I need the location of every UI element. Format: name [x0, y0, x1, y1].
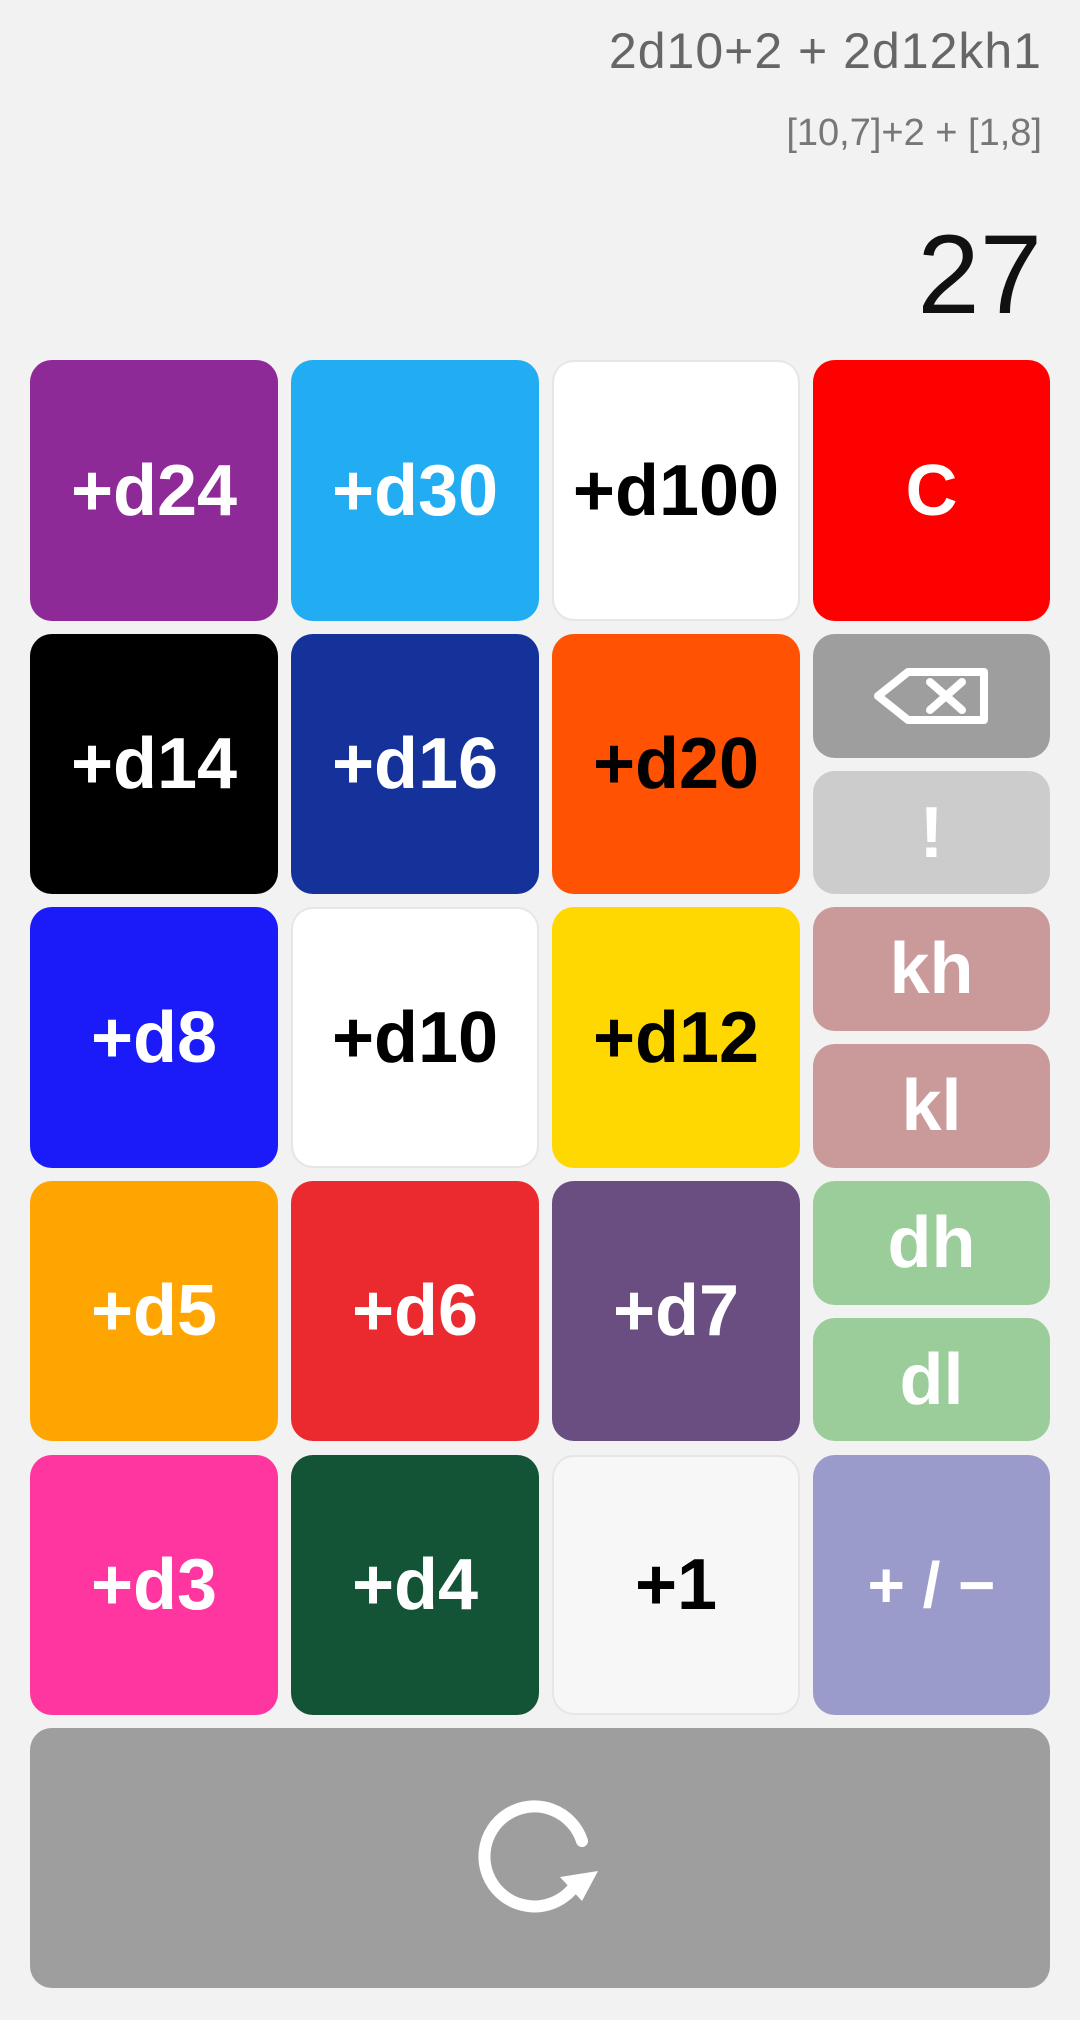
- add-d100-button[interactable]: +d100: [552, 360, 800, 621]
- keep-low-button[interactable]: kl: [813, 1044, 1050, 1168]
- add-d30-button[interactable]: +d30: [291, 360, 539, 621]
- add-d20-button[interactable]: +d20: [552, 634, 800, 894]
- total-display: 27: [917, 212, 1042, 337]
- explode-button[interactable]: !: [813, 771, 1050, 894]
- expression-display: 2d10+2 + 2d12kh1: [608, 23, 1042, 79]
- add-d3-button[interactable]: +d3: [30, 1455, 278, 1715]
- add-d8-button[interactable]: +d8: [30, 907, 278, 1168]
- add-d4-button[interactable]: +d4: [291, 1455, 539, 1715]
- add-d12-button[interactable]: +d12: [552, 907, 800, 1168]
- backspace-button[interactable]: [813, 634, 1050, 758]
- add-d6-button[interactable]: +d6: [291, 1181, 539, 1441]
- rolls-display: [10,7]+2 + [1,8]: [786, 112, 1042, 154]
- reroll-button[interactable]: [30, 1728, 1050, 1988]
- dice-calculator: 2d10+2 + 2d12kh1 [10,7]+2 + [1,8] 27 +d2…: [0, 0, 1080, 2020]
- add-d14-button[interactable]: +d14: [30, 634, 278, 894]
- plus-one-button[interactable]: +1: [552, 1455, 800, 1715]
- add-d7-button[interactable]: +d7: [552, 1181, 800, 1441]
- drop-low-button[interactable]: dl: [813, 1318, 1050, 1441]
- keep-high-button[interactable]: kh: [813, 907, 1050, 1031]
- reroll-icon: [478, 1800, 598, 1913]
- drop-high-button[interactable]: dh: [813, 1181, 1050, 1305]
- sign-toggle-button[interactable]: + / −: [813, 1455, 1050, 1715]
- clear-button[interactable]: C: [813, 360, 1050, 621]
- add-d24-button[interactable]: +d24: [30, 360, 278, 621]
- backspace-icon: [873, 668, 988, 724]
- add-d16-button[interactable]: +d16: [291, 634, 539, 894]
- add-d10-button[interactable]: +d10: [291, 907, 539, 1168]
- add-d5-button[interactable]: +d5: [30, 1181, 278, 1441]
